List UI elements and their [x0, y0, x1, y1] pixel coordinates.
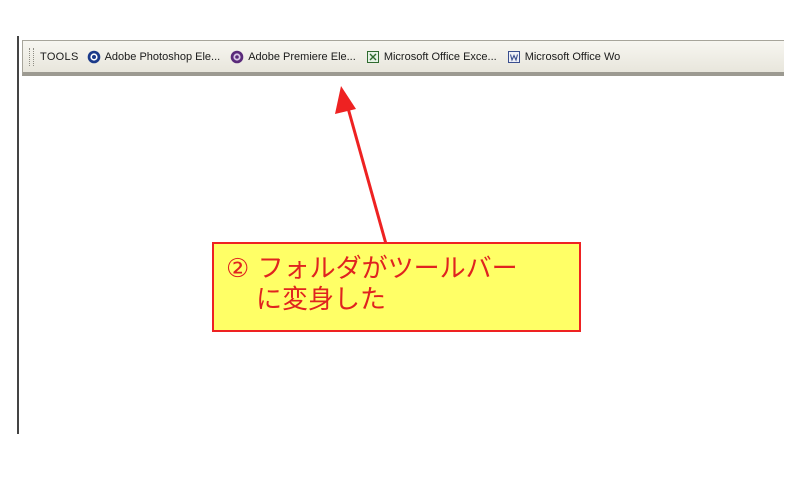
callout-line-2: に変身した [256, 285, 387, 315]
toolbar-item-premiere-elements[interactable]: Adobe Premiere Ele... [230, 50, 356, 64]
toolbar-title: TOOLS [40, 50, 79, 63]
toolbar-item-label: Adobe Premiere Ele... [248, 50, 356, 63]
toolbar-item-excel[interactable]: Microsoft Office Exce... [366, 50, 497, 64]
excel-icon [366, 50, 379, 63]
word-icon [507, 50, 520, 63]
toolbar-item-word[interactable]: Microsoft Office Wo [507, 50, 621, 64]
toolbar-item-photoshop-elements[interactable]: Adobe Photoshop Ele... [87, 50, 221, 64]
toolbar-grip-handle[interactable] [29, 47, 34, 66]
window-left-border [17, 36, 19, 434]
toolbar-item-label: Microsoft Office Wo [524, 50, 621, 63]
toolbar-item-label: Adobe Photoshop Ele... [104, 50, 221, 63]
quick-launch-toolbar: TOOLS Adobe Photoshop Ele... Adobe Premi… [22, 40, 784, 76]
annotation-callout: ② フォルダがツールバー に変身した [212, 242, 581, 332]
photoshop-elements-icon [87, 50, 100, 63]
callout-line-1: ② フォルダがツールバー [226, 254, 518, 284]
toolbar-item-label: Microsoft Office Exce... [383, 50, 497, 63]
premiere-elements-icon [230, 50, 244, 63]
